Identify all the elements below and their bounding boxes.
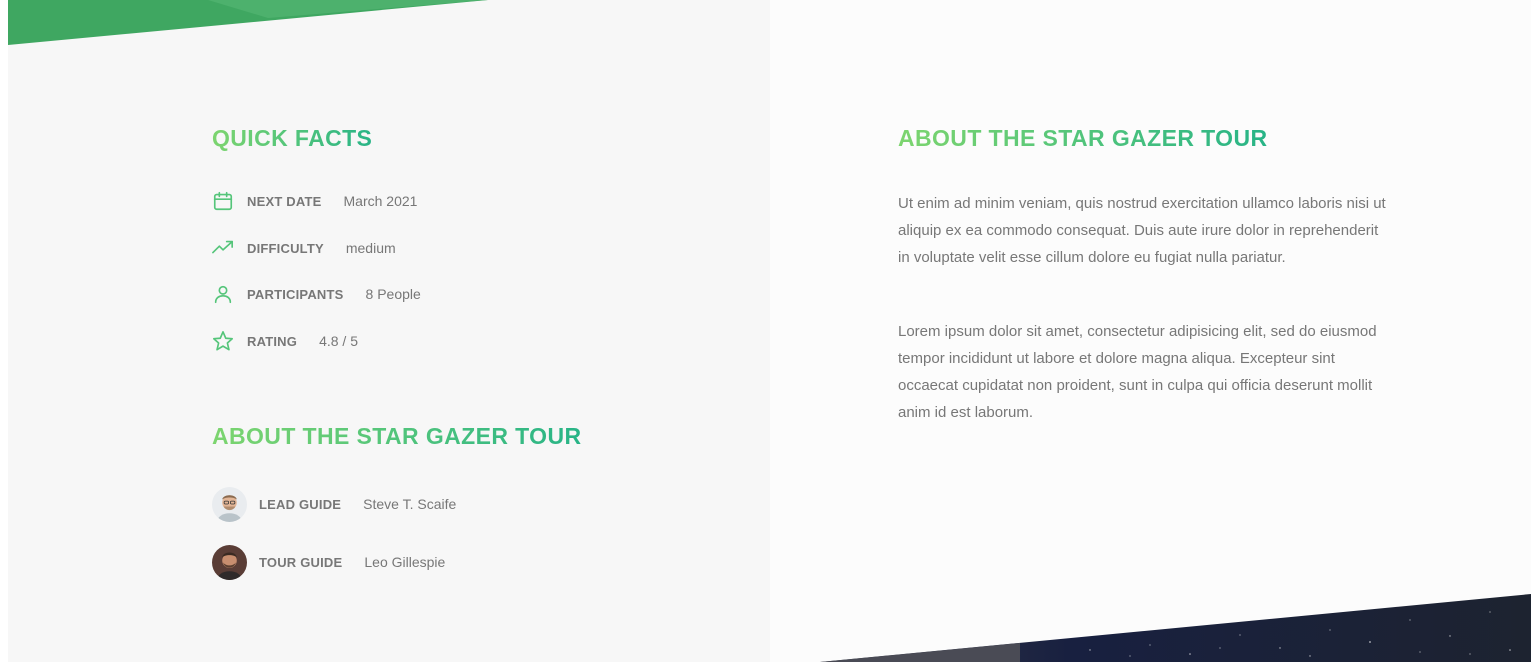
description-paragraph: Ut enim ad minim veniam, quis nostrud ex…: [898, 195, 1386, 266]
fact-label: DIFFICULTY: [247, 240, 324, 256]
fact-rating: RATING 4.8 / 5: [212, 329, 358, 353]
quick-facts-heading: QUICK FACTS: [212, 125, 373, 151]
fact-label: RATING: [247, 333, 298, 349]
description-paragraph: Lorem ipsum dolor sit amet, consectetur …: [898, 323, 1377, 421]
user-icon: [212, 283, 234, 305]
guide-role: LEAD GUIDE: [259, 496, 342, 512]
fact-difficulty: DIFFICULTY medium: [212, 236, 396, 260]
avatar: [212, 486, 247, 522]
fact-label: NEXT DATE: [247, 193, 322, 209]
guide-name: Leo Gillespie: [364, 554, 446, 570]
fact-label: PARTICIPANTS: [247, 286, 344, 302]
guide-tour: TOUR GUIDE Leo Gillespie: [212, 544, 445, 580]
trending-up-icon: [212, 237, 234, 259]
guide-name: Steve T. Scaife: [363, 496, 457, 512]
fact-value: medium: [345, 240, 396, 256]
fact-value: March 2021: [343, 193, 418, 209]
tour-details-section: QUICK FACTS NEXT DATE March 2021 DIFFICU…: [8, 0, 1531, 662]
guides-heading: ABOUT THE STAR GAZER TOUR: [212, 423, 582, 449]
calendar-icon: [212, 190, 234, 212]
guide-lead: LEAD GUIDE Steve T. Scaife: [212, 486, 456, 522]
fact-participants: PARTICIPANTS 8 People: [212, 282, 421, 306]
header-image-edge: [8, 0, 488, 45]
fact-value: 8 People: [365, 286, 421, 302]
avatar: [212, 544, 247, 580]
fact-value: 4.8 / 5: [319, 333, 358, 349]
overview-panel: QUICK FACTS NEXT DATE March 2021 DIFFICU…: [8, 0, 770, 662]
fact-next-date: NEXT DATE March 2021: [212, 189, 417, 213]
star-icon: [212, 330, 234, 352]
footer-image-edge: [820, 594, 1531, 662]
description-heading: ABOUT THE STAR GAZER TOUR: [898, 125, 1268, 151]
guide-role: TOUR GUIDE: [259, 554, 343, 570]
